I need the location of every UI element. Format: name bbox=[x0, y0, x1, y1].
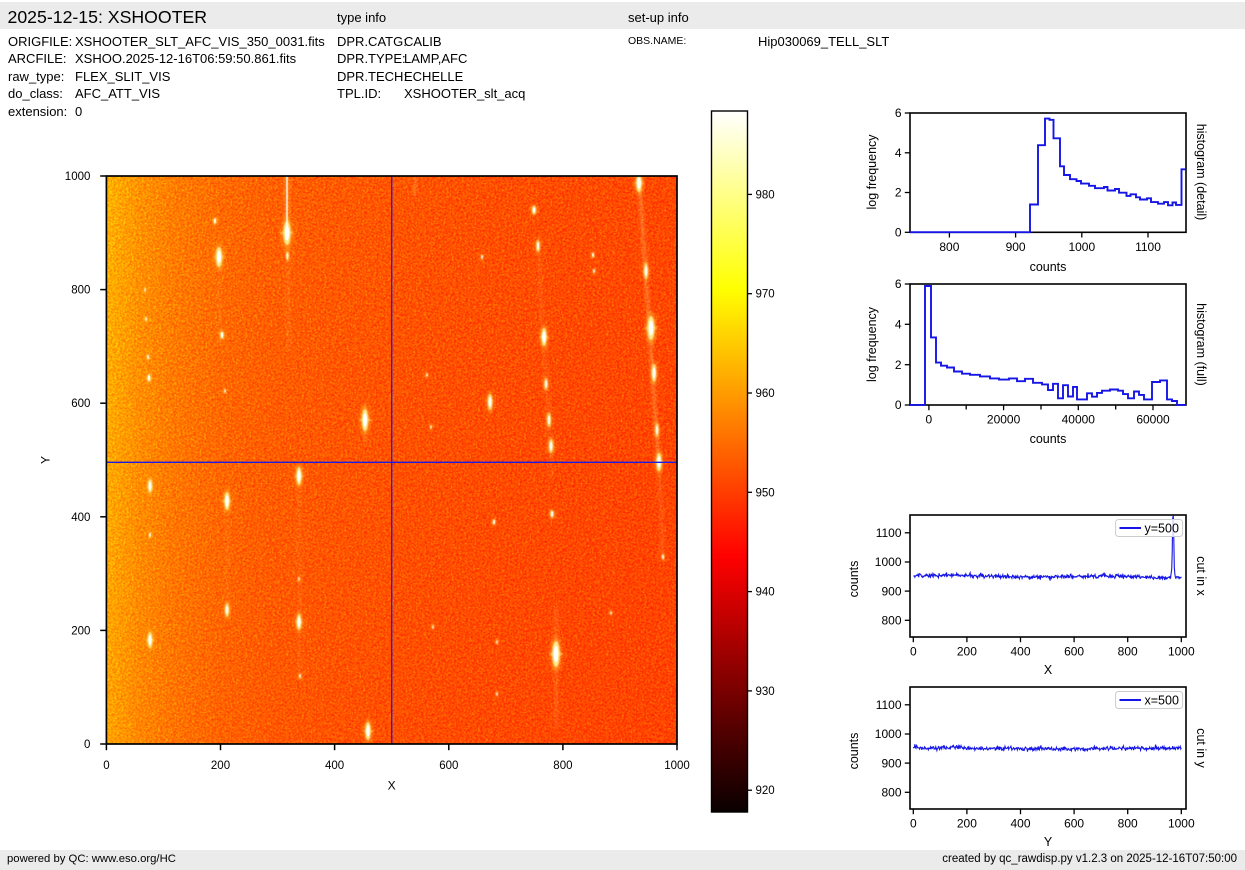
svg-text:600: 600 bbox=[439, 760, 458, 772]
svg-text:6: 6 bbox=[895, 106, 902, 120]
svg-text:800: 800 bbox=[553, 760, 572, 772]
svg-text:800: 800 bbox=[71, 285, 90, 297]
svg-text:1000: 1000 bbox=[875, 727, 902, 741]
svg-text:1000: 1000 bbox=[875, 555, 902, 569]
svg-text:1000: 1000 bbox=[1068, 240, 1095, 254]
svg-text:400: 400 bbox=[325, 760, 344, 772]
svg-text:1100: 1100 bbox=[876, 698, 902, 712]
svg-text:900: 900 bbox=[1006, 240, 1026, 254]
svg-text:800: 800 bbox=[881, 614, 901, 628]
svg-text:1100: 1100 bbox=[1135, 240, 1161, 254]
svg-text:1100: 1100 bbox=[876, 526, 902, 540]
svg-text:400: 400 bbox=[1010, 645, 1030, 659]
svg-text:900: 900 bbox=[881, 584, 901, 598]
svg-text:40000: 40000 bbox=[1062, 413, 1096, 427]
svg-text:counts: counts bbox=[1030, 432, 1067, 446]
svg-text:1000: 1000 bbox=[664, 760, 690, 772]
svg-text:cut in y: cut in y bbox=[1194, 728, 1208, 768]
svg-text:cut in x: cut in x bbox=[1194, 556, 1208, 596]
svg-text:800: 800 bbox=[1118, 645, 1138, 659]
svg-text:60000: 60000 bbox=[1136, 413, 1170, 427]
svg-text:600: 600 bbox=[71, 398, 90, 410]
svg-text:930: 930 bbox=[756, 686, 775, 698]
svg-text:x=500: x=500 bbox=[1145, 694, 1179, 708]
svg-text:950: 950 bbox=[756, 487, 775, 499]
svg-text:6: 6 bbox=[895, 277, 902, 291]
svg-text:X: X bbox=[1044, 663, 1053, 677]
svg-text:0: 0 bbox=[895, 226, 902, 240]
svg-text:200: 200 bbox=[957, 817, 977, 831]
svg-text:200: 200 bbox=[957, 645, 977, 659]
svg-text:920: 920 bbox=[756, 785, 775, 797]
svg-text:980: 980 bbox=[756, 189, 775, 201]
svg-text:y=500: y=500 bbox=[1145, 522, 1179, 536]
svg-text:400: 400 bbox=[1010, 817, 1030, 831]
svg-text:0: 0 bbox=[895, 398, 902, 412]
svg-text:counts: counts bbox=[847, 733, 861, 770]
svg-text:2: 2 bbox=[895, 186, 902, 200]
svg-text:200: 200 bbox=[211, 760, 230, 772]
svg-text:600: 600 bbox=[1064, 817, 1084, 831]
svg-text:log frequency: log frequency bbox=[865, 134, 879, 210]
svg-text:800: 800 bbox=[939, 240, 959, 254]
svg-text:counts: counts bbox=[847, 561, 861, 598]
svg-text:0: 0 bbox=[910, 645, 917, 659]
svg-text:940: 940 bbox=[756, 587, 775, 599]
svg-text:Y: Y bbox=[1044, 835, 1053, 849]
svg-text:counts: counts bbox=[1030, 260, 1067, 274]
svg-text:400: 400 bbox=[71, 512, 90, 524]
svg-text:Y: Y bbox=[40, 456, 52, 464]
svg-text:20000: 20000 bbox=[987, 413, 1021, 427]
svg-text:900: 900 bbox=[881, 756, 901, 770]
svg-text:histogram (detail): histogram (detail) bbox=[1194, 124, 1208, 221]
svg-text:1000: 1000 bbox=[1168, 817, 1195, 831]
svg-text:600: 600 bbox=[1064, 645, 1084, 659]
svg-text:200: 200 bbox=[71, 625, 90, 637]
svg-text:histogram (full): histogram (full) bbox=[1194, 303, 1208, 386]
svg-text:1000: 1000 bbox=[65, 171, 91, 183]
svg-text:0: 0 bbox=[926, 413, 933, 427]
svg-text:2: 2 bbox=[895, 358, 902, 372]
svg-text:800: 800 bbox=[881, 786, 901, 800]
svg-text:log frequency: log frequency bbox=[865, 306, 879, 382]
svg-text:X: X bbox=[388, 779, 396, 793]
svg-text:800: 800 bbox=[1118, 817, 1138, 831]
svg-text:970: 970 bbox=[756, 289, 775, 301]
svg-text:0: 0 bbox=[910, 817, 917, 831]
svg-text:4: 4 bbox=[895, 146, 902, 160]
svg-text:960: 960 bbox=[756, 388, 775, 400]
svg-text:4: 4 bbox=[895, 318, 902, 332]
svg-text:0: 0 bbox=[103, 760, 109, 772]
svg-text:1000: 1000 bbox=[1168, 645, 1195, 659]
svg-text:0: 0 bbox=[84, 739, 90, 751]
